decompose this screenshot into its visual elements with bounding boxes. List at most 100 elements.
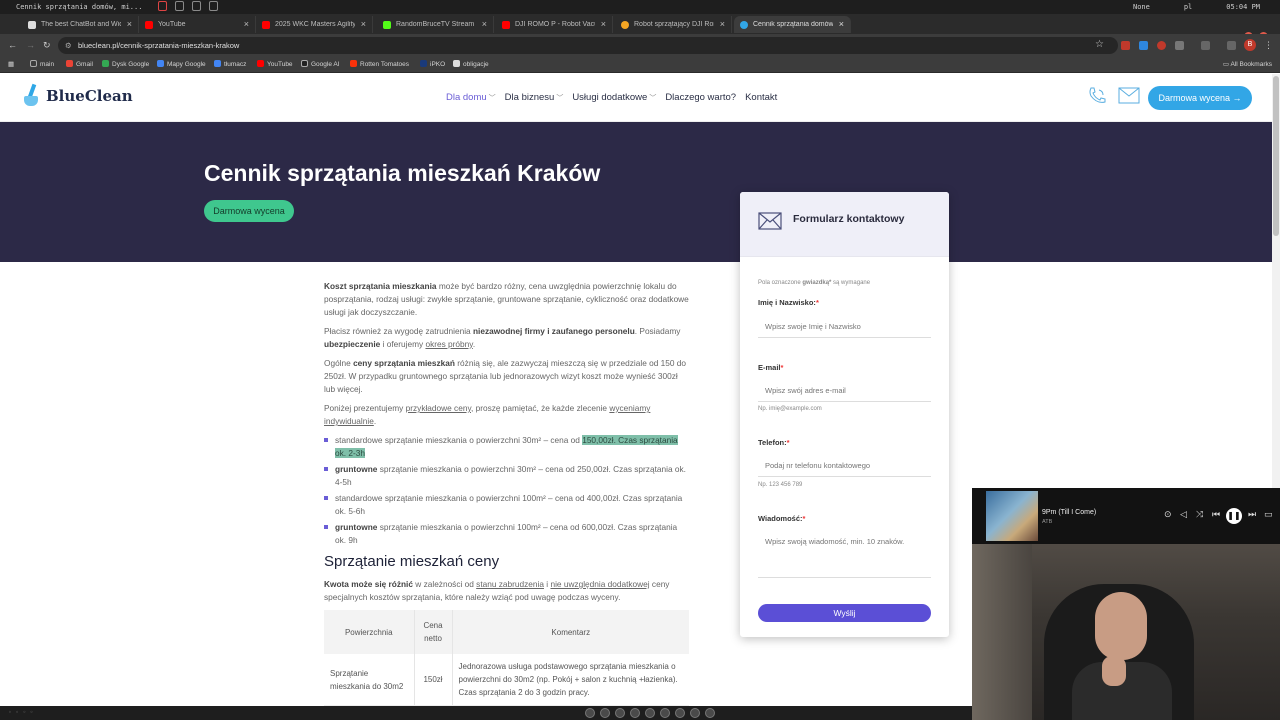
bookmark-ipko[interactable]: iPKO <box>420 60 445 68</box>
monitor-icon[interactable] <box>209 1 218 11</box>
app-icon[interactable] <box>705 708 715 718</box>
browser-tab-active[interactable]: Cennik sprzątania domów, m × <box>734 16 851 33</box>
os-lang[interactable]: pl <box>1184 3 1192 11</box>
os-clock: 05:04 PM <box>1226 3 1260 11</box>
chrome-icon[interactable] <box>600 708 610 718</box>
table-cell: 150zł <box>413 654 452 706</box>
adblock-icon[interactable] <box>1121 41 1130 50</box>
record-icon[interactable] <box>158 1 167 11</box>
os-user[interactable]: None <box>1133 3 1150 11</box>
phone-input[interactable] <box>758 455 931 477</box>
bookmark-translate[interactable]: tłumacz <box>214 60 246 68</box>
close-icon[interactable]: × <box>361 19 366 29</box>
table-header: Komentarz <box>451 610 689 654</box>
close-icon[interactable]: × <box>127 19 132 29</box>
address-bar[interactable]: ⚙ blueclean.pl/cennik-sprzatania-mieszka… <box>58 37 1118 54</box>
name-input[interactable] <box>758 316 931 338</box>
site-info-icon[interactable]: ⚙ <box>65 37 72 54</box>
previous-icon[interactable]: ⏮ <box>1212 509 1220 520</box>
nav-dla-domu[interactable]: Dla domu ﹀ <box>446 92 496 103</box>
bookmark-drive[interactable]: Dysk Google <box>102 60 149 68</box>
app-icon[interactable] <box>630 708 640 718</box>
edit-icon[interactable] <box>1227 41 1236 50</box>
site-logo[interactable]: BlueClean <box>22 83 133 108</box>
bookmark-youtube[interactable]: YouTube <box>257 60 293 68</box>
app-icon[interactable] <box>645 708 655 718</box>
apps-icon[interactable]: ▦ <box>8 60 14 68</box>
back-icon[interactable]: ← <box>8 40 17 50</box>
close-icon[interactable]: × <box>482 19 487 29</box>
close-icon[interactable]: × <box>244 19 249 29</box>
discord-icon[interactable] <box>660 708 670 718</box>
popout-icon[interactable]: ▭ <box>1264 509 1273 520</box>
mail-icon[interactable] <box>1118 87 1140 104</box>
browser-tab[interactable]: The best ChatBot and Widget × <box>22 16 139 33</box>
bookmark-obligacje[interactable]: obligacje <box>453 60 489 68</box>
bookmark-google-ai[interactable]: Google AI <box>301 60 340 68</box>
nav-dla-biznesu[interactable]: Dla biznesu ﹀ <box>505 92 564 103</box>
close-icon[interactable]: × <box>601 19 606 29</box>
close-icon[interactable]: × <box>720 19 725 29</box>
tab-label: DJI ROMO P - Robot Vacuu <box>515 21 595 28</box>
pause-icon[interactable]: ❚❚ <box>1226 508 1242 524</box>
bank-icon <box>420 60 427 67</box>
chevron-down-icon: ﹀ <box>649 95 657 102</box>
window-icon[interactable] <box>175 1 184 11</box>
all-bookmarks[interactable]: ▭ All Bookmarks <box>1223 60 1272 68</box>
browser-tab[interactable]: DJI ROMO P - Robot Vacuu × <box>496 16 613 33</box>
bookmark-star-icon[interactable]: ☆ <box>1095 39 1104 50</box>
extra-costs-link[interactable]: nie uwzględnia dodatkowej <box>550 579 649 589</box>
extension-icon[interactable] <box>1139 41 1148 50</box>
close-icon[interactable]: × <box>839 19 844 29</box>
shuffle-icon[interactable]: ⤨ <box>1196 509 1203 520</box>
profile-avatar[interactable]: B <box>1244 39 1256 51</box>
reload-icon[interactable]: ↻ <box>43 40 51 51</box>
list-item: gruntowne sprzątanie mieszkania o powier… <box>324 521 689 547</box>
bookmark-main[interactable]: main <box>30 60 54 68</box>
menu-icon[interactable]: ⋮ <box>1264 40 1273 51</box>
cast-icon[interactable]: ⊙ <box>1164 509 1172 520</box>
email-input[interactable] <box>758 380 931 402</box>
volume-icon[interactable]: ◁ <box>1180 509 1187 520</box>
bookmark-maps[interactable]: Mapy Google <box>157 60 206 68</box>
submit-button[interactable]: Wyślij <box>758 604 931 622</box>
forward-icon[interactable]: → <box>26 40 35 50</box>
browser-tab-strip: The best ChatBot and Widget × YouTube × … <box>0 14 1280 44</box>
phone-icon[interactable] <box>1087 86 1107 106</box>
youtube-icon <box>502 20 510 29</box>
youtube-icon <box>262 20 270 29</box>
browser-tab[interactable]: Robot sprzątający DJI Romo × <box>615 16 732 33</box>
form-title: Formularz kontaktowy <box>793 213 905 225</box>
sidebar-icon[interactable] <box>1201 41 1210 50</box>
browser-tab[interactable]: YouTube × <box>139 16 256 33</box>
translate-icon <box>214 60 221 67</box>
app-icon[interactable] <box>585 708 595 718</box>
extensions-puzzle-icon[interactable] <box>1175 41 1184 50</box>
table-header: Powierzchnia <box>324 610 414 654</box>
free-quote-button[interactable]: Darmowa wycena → <box>1148 86 1252 110</box>
app-icon[interactable] <box>615 708 625 718</box>
app-icon[interactable] <box>675 708 685 718</box>
browser-tab[interactable]: 2025 WKC Masters Agility C × <box>256 16 373 33</box>
scrollbar-thumb[interactable] <box>1273 76 1279 236</box>
window-icon[interactable] <box>192 1 201 11</box>
table-cell: Sprzątanie mieszkania do 30m2 <box>324 654 414 706</box>
trial-link[interactable]: okres próbny <box>425 339 472 349</box>
hero-quote-button[interactable]: Darmowa wycena <box>204 200 294 222</box>
nav-kontakt[interactable]: Kontakt <box>745 92 777 103</box>
url-text: blueclean.pl/cennik-sprzatania-mieszkan-… <box>78 41 240 50</box>
app-icon[interactable] <box>690 708 700 718</box>
next-icon[interactable]: ⏭ <box>1248 509 1256 520</box>
message-textarea[interactable] <box>758 530 931 578</box>
bookmark-gmail[interactable]: Gmail <box>66 60 93 68</box>
bookmark-rotten-tomatoes[interactable]: Rotten Tomatoes <box>350 60 409 68</box>
dirt-level-link[interactable]: stanu zabrudzenia <box>476 579 544 589</box>
song-artist: ATB <box>1042 519 1053 525</box>
required-note: Pola oznaczone gwiazdką* są wymagane <box>758 280 871 286</box>
example-prices-link[interactable]: przykładowe ceny <box>406 403 471 413</box>
extension-icon[interactable] <box>1157 41 1166 50</box>
browser-tab[interactable]: RandomBruceTV Stream - W × <box>377 16 494 33</box>
contact-form: Formularz kontaktowy Pola oznaczone gwia… <box>740 192 949 637</box>
nav-dlaczego-warto[interactable]: Dlaczego warto? <box>665 92 736 103</box>
nav-uslugi-dodatkowe[interactable]: Usługi dodatkowe ﹀ <box>572 92 656 103</box>
